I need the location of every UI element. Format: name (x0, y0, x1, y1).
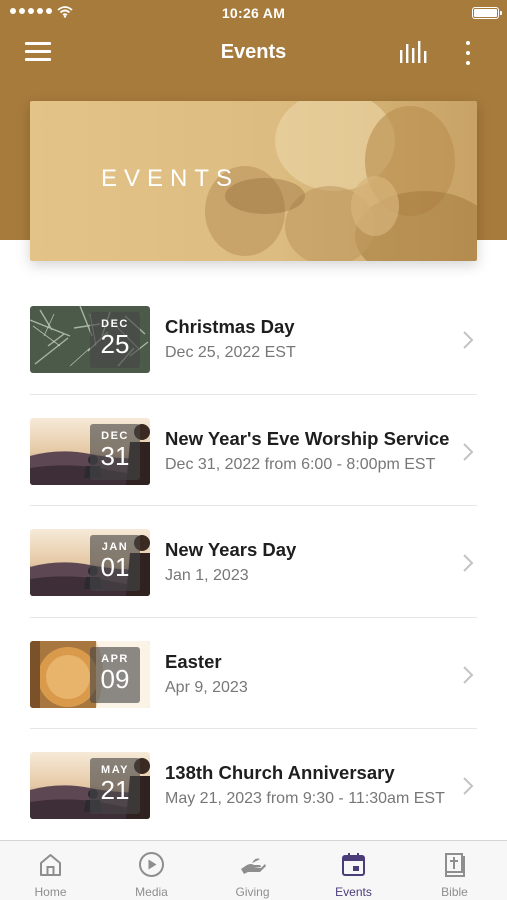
date-badge: DEC 31 (90, 423, 140, 480)
tab-label: Media (135, 885, 168, 899)
event-thumbnail: DEC 25 (30, 306, 150, 373)
tab-media[interactable]: Media (101, 841, 202, 900)
tab-label: Giving (235, 885, 270, 899)
event-item-christmas-day[interactable]: DEC 25 Christmas Day Dec 25, 2022 EST (0, 283, 507, 395)
date-badge-day: 21 (100, 775, 130, 805)
tab-label: Events (335, 885, 372, 899)
chevron-right-icon (463, 331, 474, 349)
more-vertical-icon[interactable] (460, 38, 476, 68)
date-badge: MAY 21 (90, 758, 140, 814)
event-thumbnail: APR 09 (30, 640, 150, 708)
event-subtitle: Apr 9, 2023 (165, 678, 248, 696)
event-thumbnail: JAN 01 (30, 529, 150, 596)
nav-bar: Events (0, 28, 507, 78)
date-badge: APR 09 (90, 646, 140, 703)
tab-bible[interactable]: Bible (404, 841, 505, 900)
chevron-right-icon (463, 554, 474, 572)
event-list: DEC 25 Christmas Day Dec 25, 2022 EST DE… (0, 283, 507, 841)
events-banner: EVENTS (30, 101, 477, 261)
event-subtitle: Dec 31, 2022 from 6:00 - 8:00pm EST (165, 455, 436, 473)
event-thumbnail: DEC 31 (30, 417, 150, 485)
date-badge-month: APR (101, 652, 129, 665)
date-badge: DEC 25 (90, 312, 140, 368)
tab-label: Home (34, 885, 67, 899)
tab-events[interactable]: Events (303, 841, 404, 900)
date-badge-day: 01 (100, 552, 130, 582)
banner-title: EVENTS (100, 165, 240, 192)
chevron-right-icon (463, 665, 474, 684)
tab-home[interactable]: Home (0, 841, 101, 900)
battery-icon (472, 7, 502, 19)
event-subtitle: Jan 1, 2023 (165, 567, 249, 584)
event-item-easter[interactable]: APR 09 Easter Apr 9, 2023 (0, 618, 507, 729)
date-badge-day: 25 (100, 329, 130, 359)
date-badge: JAN 01 (90, 535, 140, 591)
date-badge-month: DEC (101, 429, 129, 442)
status-bar: 10:26 AM (0, 0, 507, 26)
event-title: 138th Church Anniversary (165, 762, 395, 783)
status-time: 10:26 AM (221, 5, 286, 21)
event-title: New Year's Eve Worship Service (165, 427, 450, 449)
event-item-new-years-eve[interactable]: DEC 31 New Year's Eve Worship Service De… (0, 395, 507, 506)
chevron-right-icon (463, 777, 474, 795)
calendar-icon (342, 853, 365, 876)
tab-giving[interactable]: Giving (202, 841, 303, 900)
event-title: New Years Day (165, 539, 297, 560)
giving-hand-icon (241, 858, 266, 874)
event-subtitle: May 21, 2023 from 9:30 - 11:30am EST (165, 790, 445, 807)
bar-stats-icon[interactable] (399, 40, 431, 64)
event-item-new-years-day[interactable]: JAN 01 New Years Day Jan 1, 2023 (0, 506, 507, 618)
event-thumbnail: MAY 21 (30, 752, 150, 819)
date-badge-day: 09 (100, 663, 130, 694)
event-title: Christmas Day (165, 316, 295, 337)
home-icon (40, 854, 61, 876)
tab-label: Bible (441, 885, 468, 899)
date-badge-day: 31 (100, 440, 130, 471)
event-item-church-anniversary[interactable]: MAY 21 138th Church Anniversary May 21, … (0, 729, 507, 841)
event-subtitle: Dec 25, 2022 EST (165, 344, 296, 361)
chevron-right-icon (463, 442, 474, 461)
play-circle-icon (139, 852, 164, 877)
event-title: Easter (165, 650, 222, 672)
tab-bar: Home Media Giving Events Bible (0, 840, 507, 900)
bible-icon (445, 853, 465, 877)
